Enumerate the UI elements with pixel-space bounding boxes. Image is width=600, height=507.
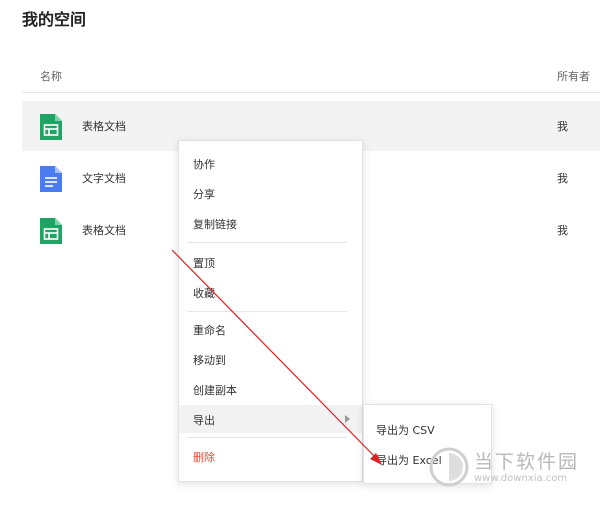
annotation-arrow (171, 249, 382, 465)
watermark-url: www.downxia.com (474, 473, 568, 484)
watermark-text: 当下软件园 (474, 451, 580, 473)
watermark-logo-icon (429, 447, 469, 487)
watermark: 当下软件园 www.downxia.com (428, 445, 600, 507)
